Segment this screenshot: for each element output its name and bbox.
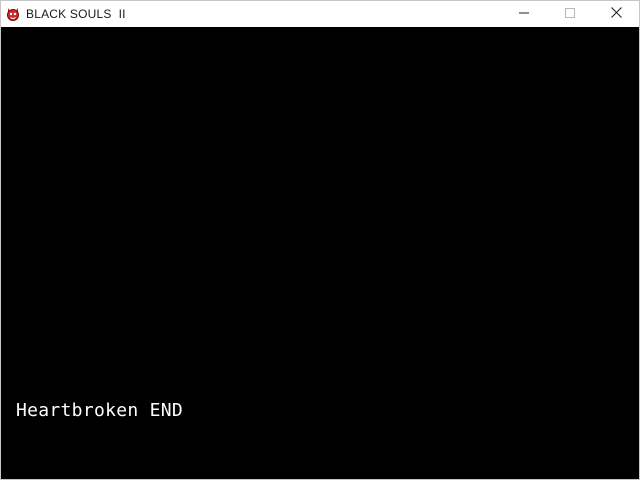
minimize-icon (519, 5, 529, 23)
close-icon (610, 5, 622, 23)
game-window: BLACK SOULS II Heartbroken END (0, 0, 640, 480)
maximize-button[interactable] (547, 1, 593, 27)
window-controls (501, 1, 639, 27)
maximize-icon (565, 5, 575, 23)
title-bar[interactable]: BLACK SOULS II (1, 1, 639, 27)
red-demon-head-icon[interactable] (5, 6, 21, 22)
game-screen[interactable]: Heartbroken END (1, 27, 639, 479)
close-button[interactable] (593, 1, 639, 27)
ending-title-text: Heartbroken END (16, 400, 184, 421)
minimize-button[interactable] (501, 1, 547, 27)
window-title: BLACK SOULS II (26, 7, 126, 21)
